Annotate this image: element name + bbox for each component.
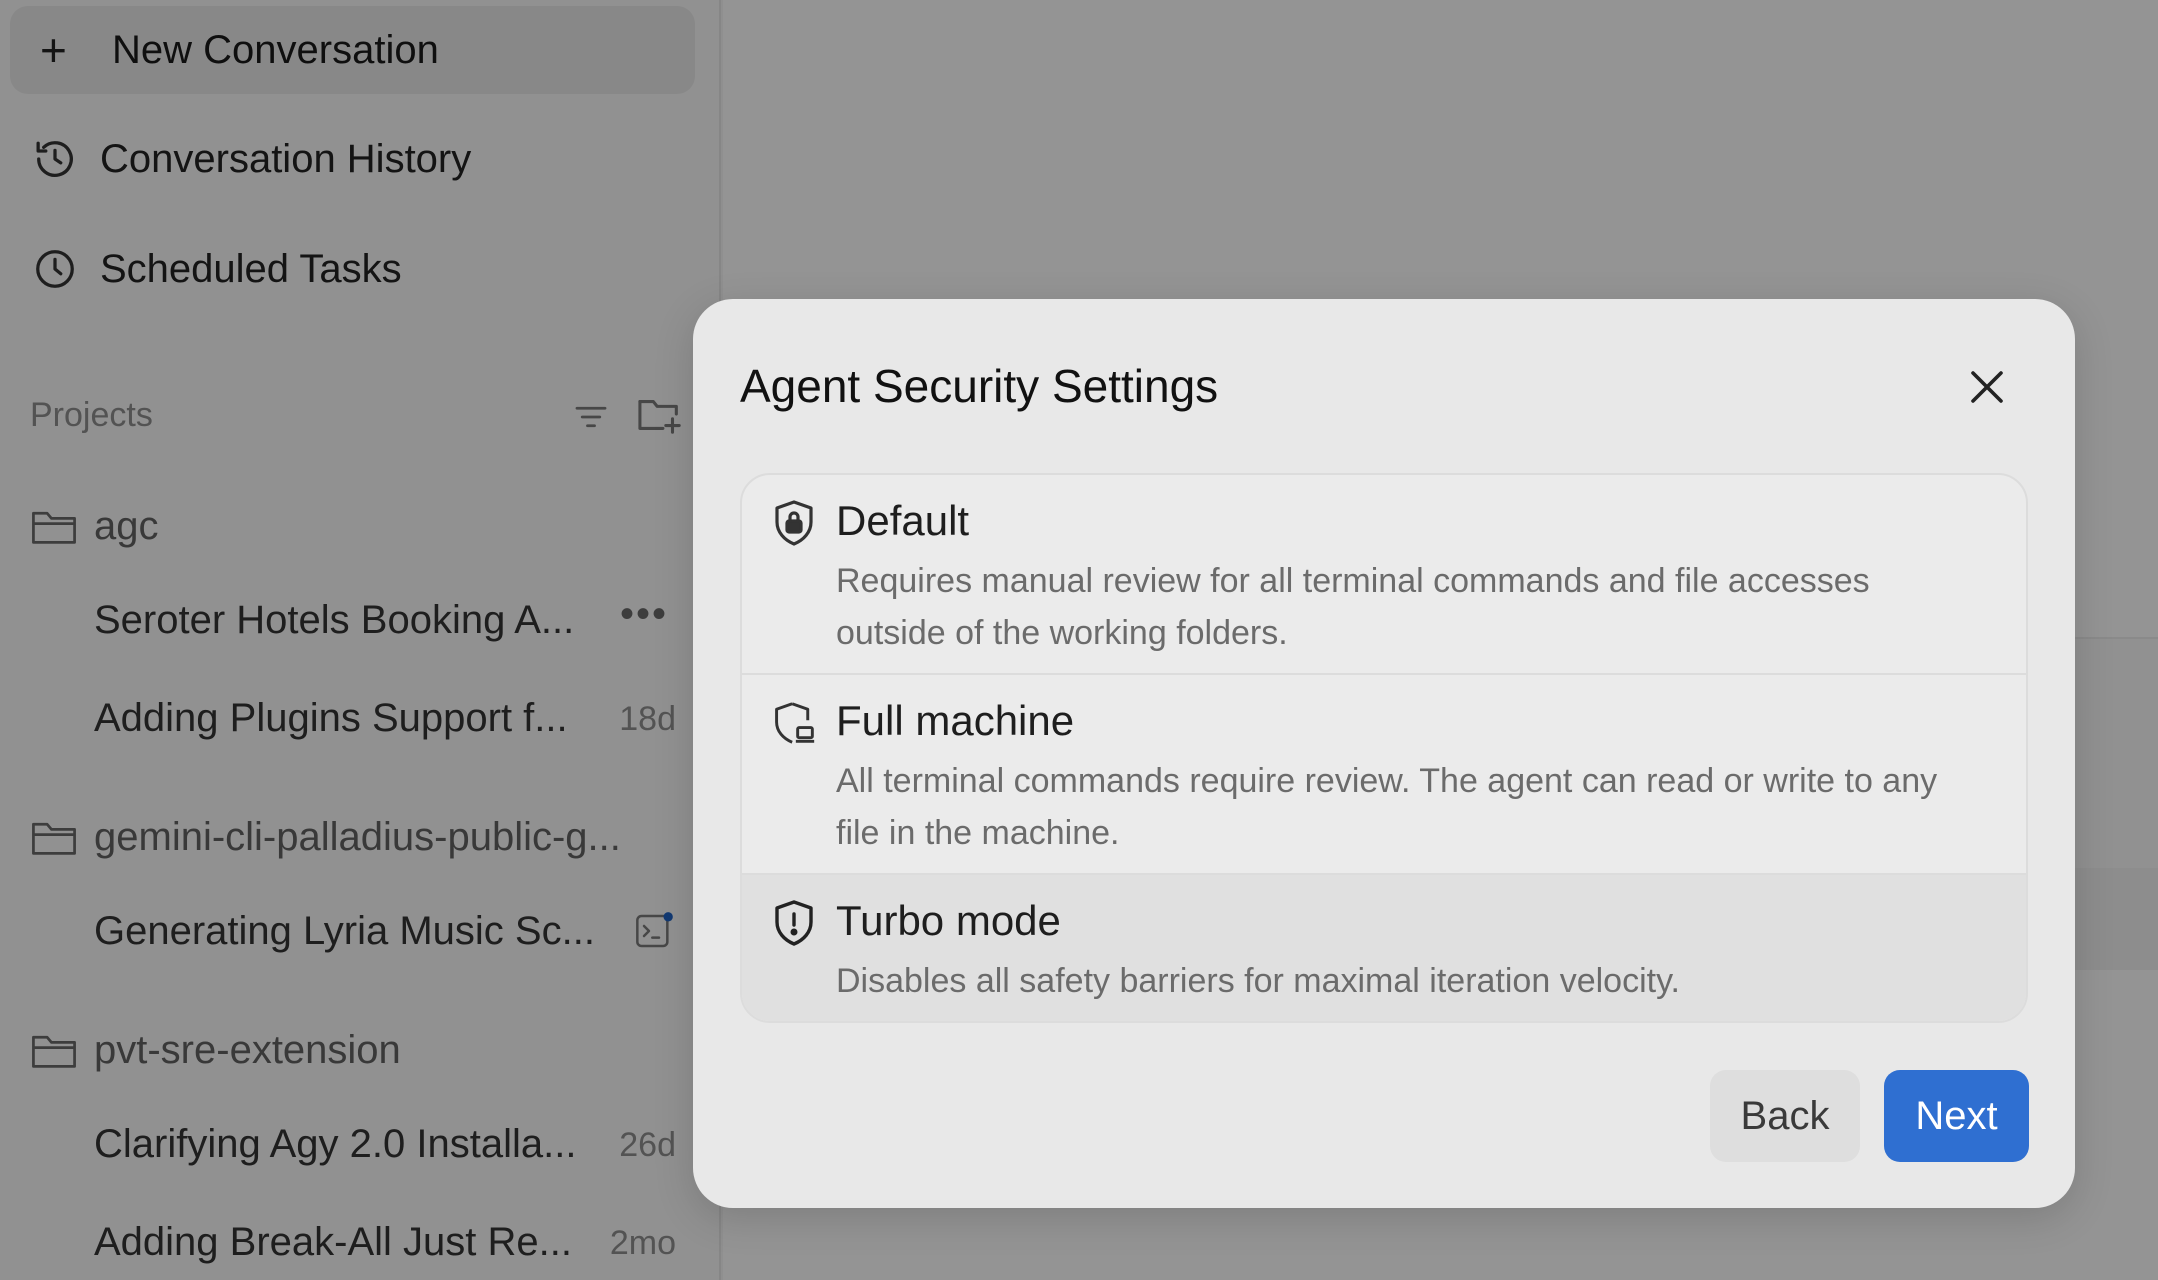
option-default[interactable]: Default Requires manual review for all t…	[742, 475, 2026, 675]
shield-lock-icon	[775, 500, 813, 546]
dialog-title: Agent Security Settings	[740, 360, 1219, 412]
option-name: Turbo mode	[836, 897, 1061, 944]
option-name: Full machine	[836, 697, 1075, 744]
shield-computer-icon	[775, 702, 815, 744]
option-turbo-mode[interactable]: Turbo mode Disables all safety barriers …	[742, 875, 2026, 1021]
next-button[interactable]: Next	[1884, 1070, 2029, 1162]
option-name: Default	[836, 497, 970, 544]
back-button[interactable]: Back	[1710, 1070, 1860, 1162]
option-description: Requires manual review for all terminal …	[836, 562, 1870, 652]
shield-alert-icon	[775, 900, 813, 946]
option-description: All terminal commands require review. Th…	[836, 762, 1938, 852]
option-description: Disables all safety barriers for maximal…	[836, 962, 1680, 1000]
close-icon[interactable]	[1963, 363, 2011, 411]
security-settings-dialog: Agent Security Settings Default Requires…	[693, 299, 2075, 1208]
security-options-list: Default Requires manual review for all t…	[740, 473, 2028, 1023]
option-full-machine[interactable]: Full machine All terminal commands requi…	[742, 675, 2026, 875]
